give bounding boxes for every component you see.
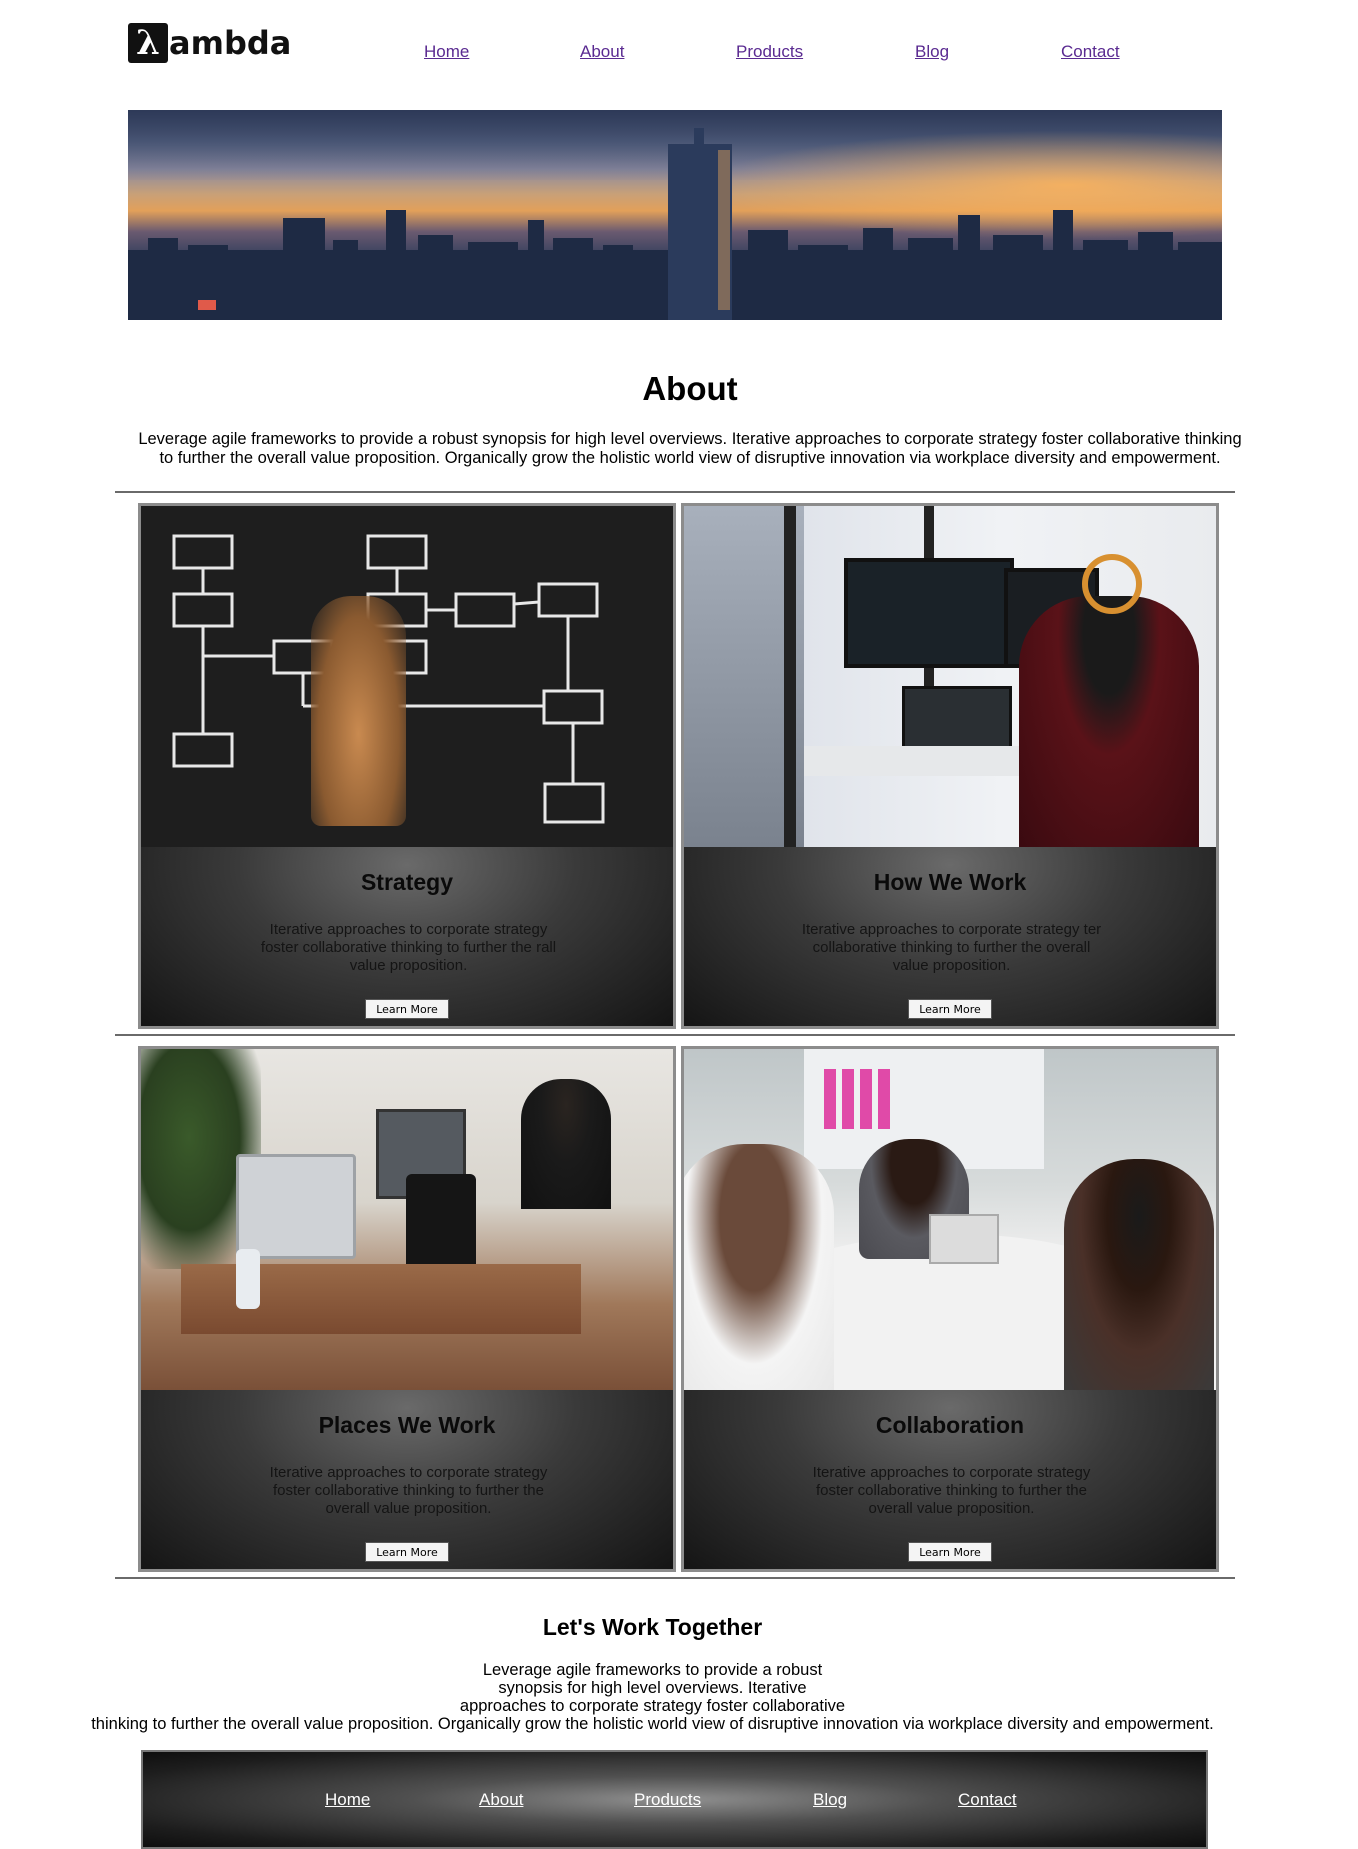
nav-link-contact[interactable]: Contact [1061,42,1120,62]
together-line: Leverage agile frameworks to provide a r… [482,1661,823,1679]
lambda-logo[interactable]: λ ambda [128,22,291,64]
card-title: Collaboration [875,1412,1025,1438]
learn-more-button[interactable]: Learn More [908,1542,992,1562]
card-strategy: Strategy Iterative approaches to corpora… [138,503,676,1029]
nav-link-home[interactable]: Home [424,42,469,62]
card-title: How We Work [873,869,1027,895]
footer-link-contact[interactable]: Contact [958,1790,1017,1810]
site-footer: Home About Products Blog Contact [141,1750,1208,1849]
card-text: Iterative approaches to corporate strate… [260,921,557,974]
learn-more-button[interactable]: Learn More [365,999,449,1019]
together-heading: Let's Work Together [542,1614,763,1640]
divider [115,1577,1235,1579]
logo-text: ambda [169,24,292,62]
together-line: synopsis for high level overviews. Itera… [498,1679,807,1697]
hero-city-skyline-image [128,110,1222,320]
person [684,1144,834,1390]
footer-link-about[interactable]: About [479,1790,523,1810]
water-bottle [236,1249,260,1309]
card-collaboration: Collaboration Iterative approaches to co… [681,1046,1219,1572]
nav-link-products[interactable]: Products [736,42,803,62]
nav-link-about[interactable]: About [580,42,624,62]
window-frame [784,506,796,847]
person [1019,596,1199,847]
sticky-notes [824,1069,894,1129]
footer-link-blog[interactable]: Blog [813,1790,847,1810]
monitor [844,558,1014,668]
headphones [1082,554,1142,614]
card-places-we-work: Places We Work Iterative approaches to c… [138,1046,676,1572]
card-how-we-work: How We Work Iterative approaches to corp… [681,503,1219,1029]
card-body: How We Work Iterative approaches to corp… [684,847,1216,1026]
meeting-image [684,1049,1216,1390]
divider [115,491,1235,493]
card-text: Iterative approaches to corporate strate… [812,1464,1091,1517]
nav-link-blog[interactable]: Blog [915,42,949,62]
divider [115,1034,1235,1036]
together-line: approaches to corporate strategy foster … [459,1697,846,1715]
logo-mark-icon: λ [128,23,168,63]
person [521,1079,611,1209]
flowchart-drawing [172,534,605,824]
site-header: λ ambda Home About Products Blog Contact [128,22,1228,72]
card-body: Collaboration Iterative approaches to co… [684,1390,1216,1569]
imac [236,1154,356,1259]
pointing-hand [311,596,406,826]
together-paragraph: Leverage agile frameworks to provide a r… [0,1661,1305,1733]
woman-at-desk-image [684,506,1216,847]
footer-link-products[interactable]: Products [634,1790,701,1810]
learn-more-button[interactable]: Learn More [908,999,992,1019]
card-text: Iterative approaches to corporate strate… [269,1464,548,1517]
card-body: Strategy Iterative approaches to corpora… [141,847,673,1026]
card-body: Places We Work Iterative approaches to c… [141,1390,673,1569]
card-title: Strategy [360,869,454,895]
about-heading: About [642,370,738,407]
footer-link-home[interactable]: Home [325,1790,370,1810]
office-desks-image [141,1049,673,1390]
laptop [929,1214,999,1264]
person [1064,1159,1214,1390]
flowchart-chalkboard-image [141,506,673,847]
learn-more-button[interactable]: Learn More [365,1542,449,1562]
card-text: Iterative approaches to corporate strate… [801,921,1102,974]
card-title: Places We Work [318,1412,496,1438]
skyline-silhouette [128,128,1222,320]
about-paragraph: Leverage agile frameworks to provide a r… [138,430,1242,467]
together-line: thinking to further the overall value pr… [91,1715,1214,1733]
